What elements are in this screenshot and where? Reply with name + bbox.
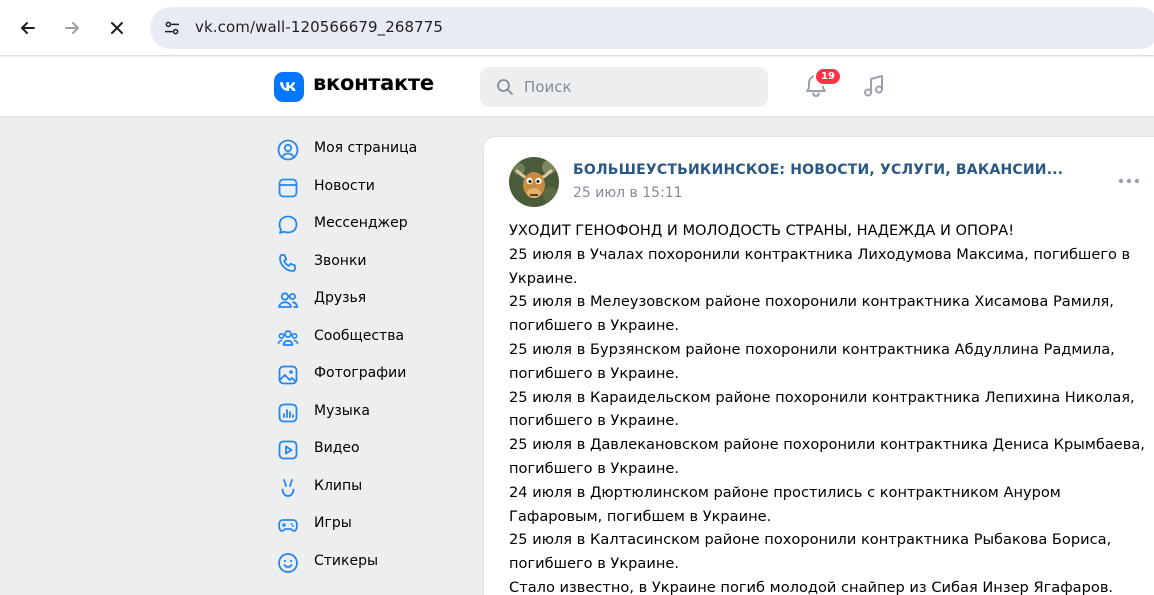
sidebar-item-communities[interactable]: Сообщества (270, 318, 470, 356)
post-text-line: 25 июля в Мелеузовском районе похоронили… (509, 293, 1114, 311)
post-text-line: Украине. (509, 269, 578, 287)
smile-icon (276, 551, 300, 575)
close-icon (111, 22, 123, 34)
forward-button[interactable] (54, 10, 90, 46)
sidebar-item-label: Звонки (314, 252, 367, 269)
sidebar-item-stickers[interactable]: Стикеры (270, 543, 470, 581)
vk-wordmark[interactable]: вконтакте (313, 71, 434, 95)
music-note-icon (864, 75, 883, 97)
sidebar-item-clips[interactable]: Клипы (270, 468, 470, 506)
moose-avatar-image (509, 157, 559, 207)
user-circle-icon (276, 138, 300, 162)
sidebar-item-games[interactable]: Игры (270, 505, 470, 543)
address-bar[interactable]: vk.com/wall-120566679_268775 (150, 7, 1154, 49)
search-box[interactable] (480, 67, 768, 107)
site-info-button[interactable] (160, 16, 184, 40)
message-icon (276, 213, 300, 237)
photo-icon (276, 363, 300, 387)
sidebar-item-my-page[interactable]: Моя страница (270, 130, 470, 168)
newsfeed-icon (276, 176, 300, 200)
browser-toolbar: vk.com/wall-120566679_268775 (0, 0, 1154, 56)
arrow-right-icon (65, 22, 79, 34)
sidebar-item-label: Моя страница (314, 140, 418, 156)
sidebar-item-label: Мессенджер (314, 215, 408, 231)
post-date[interactable]: 25 июл в 15:11 (573, 185, 683, 201)
sidebar-item-music[interactable]: Музыка (270, 393, 470, 431)
more-horizontal-icon (1118, 178, 1140, 184)
left-sidebar: Моя страница Новости Мессенджер Звонки Д… (270, 130, 470, 580)
clips-icon (276, 476, 300, 500)
gamepad-icon (276, 513, 300, 537)
post-text: УХОДИТ ГЕНОФОНД И МОЛОДОСТЬ СТРАНЫ, НАДЕ… (509, 219, 1149, 595)
tune-icon (164, 21, 180, 35)
sidebar-item-label: Видео (314, 440, 360, 456)
site-header: вконтакте (0, 57, 1154, 117)
video-icon (276, 438, 300, 462)
sidebar-item-news[interactable]: Новости (270, 168, 470, 206)
sidebar-item-video[interactable]: Видео (270, 430, 470, 468)
music-icon (276, 401, 300, 425)
post-text-line: Гафаровым, погибшем в Украине. (509, 507, 772, 525)
stop-loading-button[interactable] (99, 10, 135, 46)
sidebar-item-label: Клипы (314, 477, 363, 494)
post-text-line: 24 июля в Дюртюлинском районе простились… (509, 483, 1061, 501)
post-text-line: 25 июля в Учалах похоронили контрактника… (509, 245, 1131, 263)
sidebar-item-label: Фотографии (314, 365, 407, 381)
notification-count-badge: 19 (814, 67, 842, 86)
post-text-line: Стало известно, в Украине погиб молодой … (509, 578, 1114, 595)
sidebar-item-messenger[interactable]: Мессенджер (270, 205, 470, 243)
post-text-line: УХОДИТ ГЕНОФОНД И МОЛОДОСТЬ СТРАНЫ, НАДЕ… (509, 222, 1015, 239)
sidebar-item-friends[interactable]: Друзья (270, 280, 470, 318)
search-icon (497, 79, 513, 95)
back-button[interactable] (10, 10, 46, 46)
post-text-line: погибшего в Украине. (509, 364, 679, 382)
phone-icon (276, 251, 300, 275)
post-text-line: погибшего в Украине. (509, 459, 679, 477)
url-text[interactable]: vk.com/wall-120566679_268775 (195, 18, 443, 36)
vk-logo-icon[interactable] (274, 72, 304, 102)
sidebar-item-label: Новости (314, 177, 375, 194)
sidebar-item-calls[interactable]: Звонки (270, 243, 470, 281)
post-text-line: 25 июля в Калтасинском районе похоронили… (509, 531, 1112, 549)
post-text-line: 25 июля в Бурзянском районе похоронили к… (509, 340, 1115, 358)
post-text-line: погибшего в Украине. (509, 317, 679, 335)
sidebar-item-label: Игры (314, 515, 352, 531)
friends-icon (276, 288, 300, 312)
sidebar-item-label: Стикеры (314, 552, 379, 569)
post-text-line: погибшего в Украине. (509, 412, 679, 430)
post-author-name[interactable]: БОЛЬШЕУСТЬИКИНСКОЕ: НОВОСТИ, УСЛУГИ, ВАК… (573, 162, 1063, 178)
sidebar-item-label: Сообщества (314, 327, 405, 344)
community-avatar[interactable] (509, 157, 559, 207)
sidebar-item-label: Музыка (314, 402, 370, 419)
search-input[interactable] (524, 67, 754, 107)
post-more-button[interactable] (1117, 173, 1141, 189)
sidebar-item-label: Друзья (314, 290, 367, 306)
post-text-line: погибшего в Украине. (509, 555, 679, 573)
post-text-line: 25 июля в Караидельском районе похоронил… (509, 388, 1135, 406)
arrow-left-icon (21, 22, 35, 34)
sidebar-item-photos[interactable]: Фотографии (270, 355, 470, 393)
wall-post: БОЛЬШЕУСТЬИКИНСКОЕ: НОВОСТИ, УСЛУГИ, ВАК… (483, 136, 1154, 595)
music-player-button[interactable] (860, 72, 890, 102)
post-text-line: 25 июля в Давлекановском районе похорони… (509, 436, 1145, 454)
communities-icon (276, 326, 300, 350)
